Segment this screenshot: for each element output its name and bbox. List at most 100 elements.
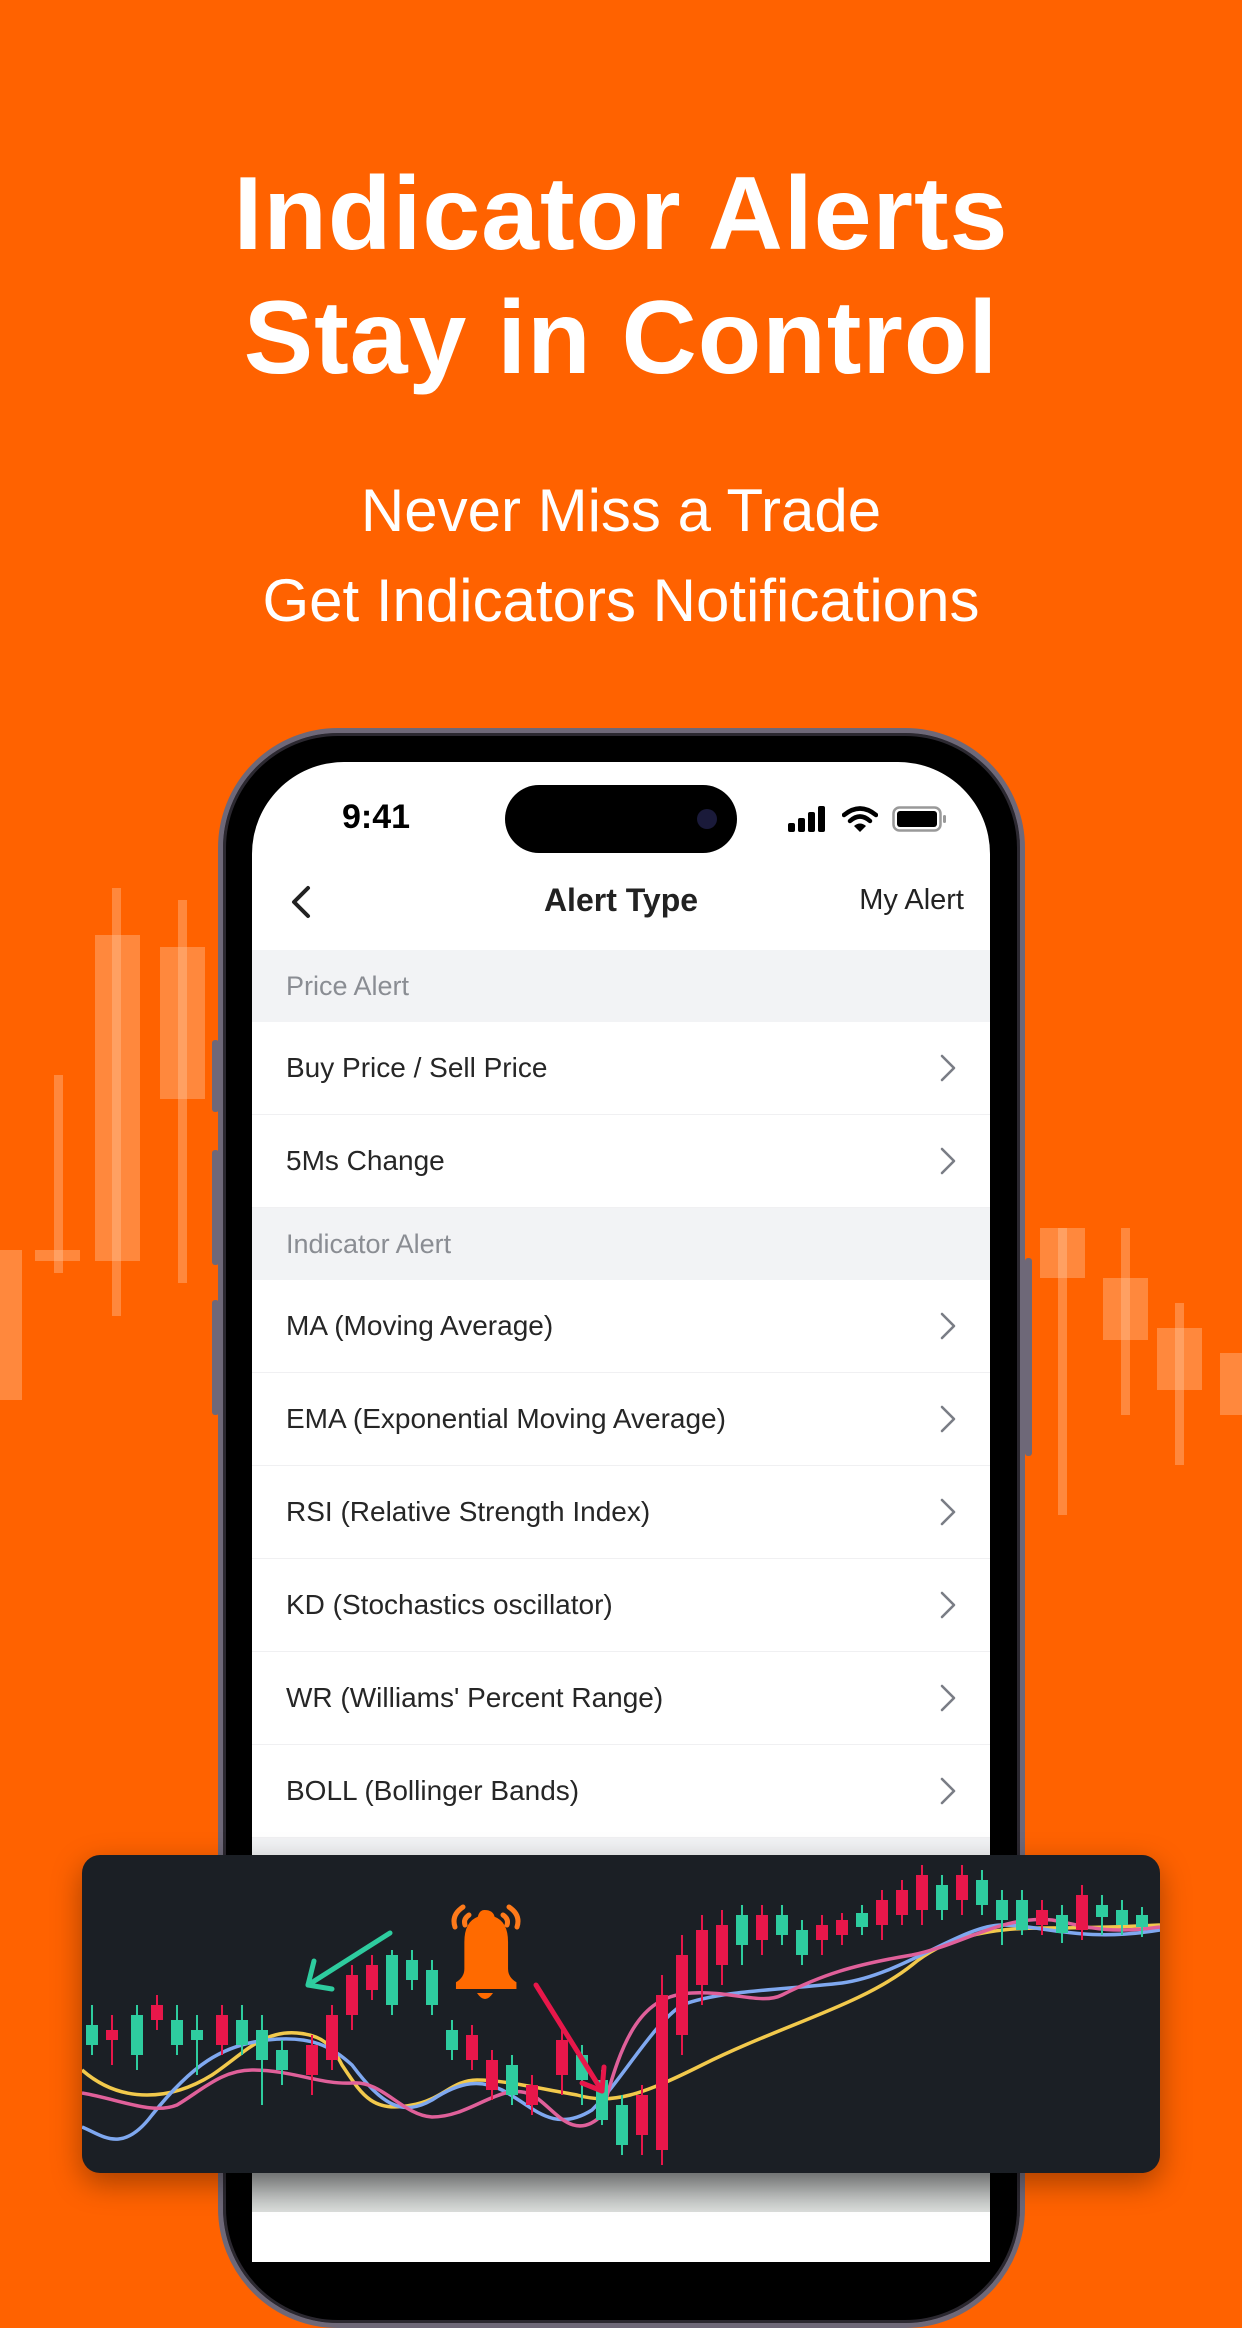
subtitle-line-1: Never Miss a Trade: [360, 477, 882, 544]
candle-body: [86, 2025, 98, 2045]
candle-body: [896, 1890, 908, 1915]
bg-candle-body: [95, 935, 140, 1261]
candle-body: [1096, 1905, 1108, 1917]
list-item-label: RSI (Relative Strength Index): [286, 1496, 651, 1527]
candle-body: [936, 1885, 948, 1910]
dynamic-island: [505, 785, 737, 853]
candle-body: [1056, 1915, 1068, 1933]
list-item-label: 5Ms Change: [286, 1145, 445, 1176]
candle-body: [426, 1970, 438, 2005]
bg-candle-body: [160, 947, 205, 1099]
candle-body: [636, 2095, 648, 2135]
line-ma-yellow: [82, 1923, 1160, 2109]
list-item-label: EMA (Exponential Moving Average): [286, 1403, 726, 1434]
candle-body: [466, 2035, 478, 2060]
subtitle-line-2: Get Indicators Notifications: [262, 567, 980, 634]
list-item-wr[interactable]: WR (Williams' Percent Range): [252, 1652, 990, 1745]
candle-body: [836, 1920, 848, 1935]
candle-body: [616, 2105, 628, 2145]
chevron-right-icon: [940, 1312, 956, 1340]
list-item-buy-sell-price[interactable]: Buy Price / Sell Price: [252, 1022, 990, 1115]
candle-body: [216, 2015, 228, 2045]
promo-headline: Indicator Alerts Stay in Control: [0, 152, 1242, 400]
candle-body: [276, 2050, 288, 2070]
status-time: 9:41: [342, 798, 411, 836]
my-alert-button[interactable]: My Alert: [859, 884, 964, 917]
candle-body: [756, 1915, 768, 1940]
candle-body: [996, 1900, 1008, 1920]
list-item-label: KD (Stochastics oscillator): [286, 1589, 613, 1620]
phone-side-button: [1025, 1258, 1032, 1456]
candle-body: [106, 2030, 118, 2040]
list-item-kd[interactable]: KD (Stochastics oscillator): [252, 1559, 990, 1652]
candle-body: [816, 1925, 828, 1940]
candle-body: [656, 1995, 668, 2150]
phone-screen-bottom: [252, 2172, 990, 2212]
candle-body: [406, 1960, 418, 1980]
camera-icon: [697, 809, 717, 829]
candle-body: [956, 1875, 968, 1900]
candle-body: [131, 2015, 143, 2055]
candlestick-chart: [82, 1865, 1160, 2165]
bg-candle-wick: [0, 1250, 22, 1400]
candle-body: [716, 1925, 728, 1965]
chevron-right-icon: [940, 1147, 956, 1175]
phone-side-button: [212, 1040, 219, 1112]
candle-body: [506, 2065, 518, 2095]
cellular-signal-icon: [788, 806, 825, 832]
list-item-label: MA (Moving Average): [286, 1310, 554, 1341]
phone-side-button: [212, 1300, 219, 1415]
list-item-label: WR (Williams' Percent Range): [286, 1682, 664, 1713]
candle-body: [876, 1900, 888, 1925]
candle-body: [171, 2020, 183, 2045]
list-item-rsi[interactable]: RSI (Relative Strength Index): [252, 1466, 990, 1559]
candle-body: [346, 1975, 358, 2015]
chevron-right-icon: [940, 1591, 956, 1619]
status-icons: [788, 806, 948, 832]
battery-icon: [892, 806, 946, 832]
candle-body: [366, 1965, 378, 1990]
candle-body: [486, 2060, 498, 2090]
list-item-5ms-change[interactable]: 5Ms Change: [252, 1115, 990, 1208]
candle-body: [696, 1930, 708, 1985]
bg-candle-body: [1103, 1278, 1148, 1340]
wifi-icon: [842, 806, 878, 832]
list-item-ma[interactable]: MA (Moving Average): [252, 1280, 990, 1373]
bg-candle-wick: [54, 1075, 63, 1273]
candle-body: [1016, 1900, 1028, 1930]
alert-type-list: Price Alert Buy Price / Sell Price 5Ms C…: [252, 950, 990, 1858]
candle-body: [776, 1915, 788, 1935]
chevron-right-icon: [940, 1054, 956, 1082]
candle-body: [556, 2040, 568, 2075]
candle-body: [1116, 1910, 1128, 1925]
section-header-price-alert: Price Alert: [252, 950, 990, 1022]
bg-candle-body: [35, 1250, 80, 1261]
nav-bar: Alert Type My Alert: [252, 862, 990, 946]
bg-candle-body: [1220, 1353, 1242, 1415]
chevron-right-icon: [940, 1498, 956, 1526]
candle-body: [916, 1875, 928, 1910]
candle-body: [191, 2030, 203, 2040]
candle-body: [256, 2030, 268, 2060]
list-item-boll[interactable]: BOLL (Bollinger Bands): [252, 1745, 990, 1838]
chevron-right-icon: [940, 1777, 956, 1805]
candle-body: [236, 2020, 248, 2045]
candle-body: [446, 2030, 458, 2050]
list-item-label: BOLL (Bollinger Bands): [286, 1775, 580, 1806]
arrow-red-icon: [533, 1982, 607, 2094]
list-item-label: Buy Price / Sell Price: [286, 1052, 548, 1083]
candle-body: [1076, 1895, 1088, 1930]
candle-body: [306, 2045, 318, 2075]
indicator-chart-card: [82, 1855, 1160, 2173]
candle-body: [1136, 1915, 1148, 1927]
candle-body: [856, 1913, 868, 1927]
candle-body: [1036, 1910, 1048, 1925]
bg-candle-body: [1157, 1328, 1202, 1390]
bell-ringing-icon: [451, 1904, 521, 1999]
chevron-right-icon: [940, 1405, 956, 1433]
candle-body: [796, 1930, 808, 1955]
bg-candle-body: [1040, 1228, 1085, 1278]
candle-body: [386, 1955, 398, 2005]
list-item-ema[interactable]: EMA (Exponential Moving Average): [252, 1373, 990, 1466]
chevron-right-icon: [940, 1684, 956, 1712]
